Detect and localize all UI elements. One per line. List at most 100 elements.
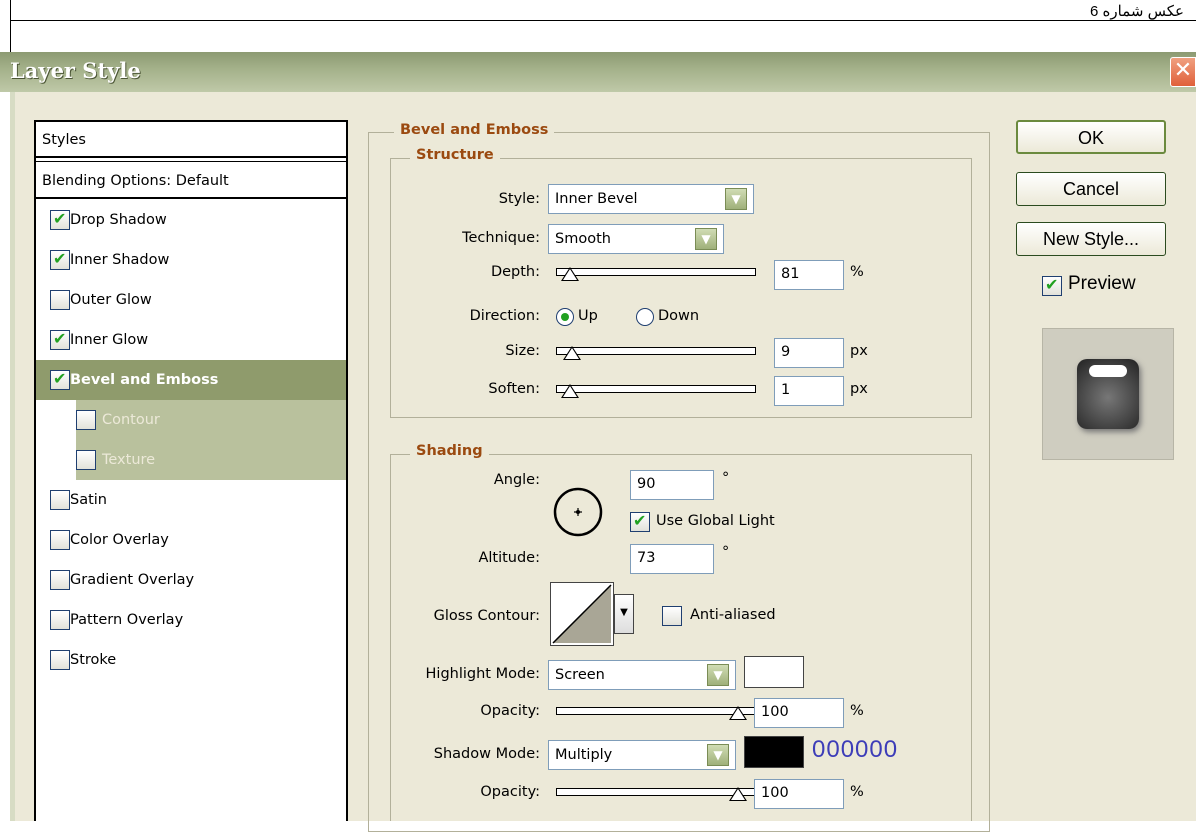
preview-label: Preview — [1068, 273, 1136, 294]
shadow-opacity-unit: % — [850, 784, 864, 800]
style-item-color-overlay[interactable]: Color Overlay — [36, 520, 346, 560]
title-bar: Layer Style ✕ — [0, 52, 1196, 92]
slider-thumb[interactable] — [561, 384, 579, 398]
shadow-opacity-slider[interactable] — [556, 787, 756, 801]
checkbox[interactable]: ✔ — [50, 209, 70, 230]
depth-slider[interactable] — [556, 267, 756, 281]
new-style-button[interactable]: New Style... — [1016, 222, 1166, 256]
altitude-unit: ° — [722, 544, 730, 560]
layer-style-dialog: Styles Blending Options: Default ✔ Drop … — [10, 92, 1196, 832]
shadow-color-hex: 000000 — [812, 736, 899, 763]
highlight-opacity-slider[interactable] — [556, 706, 756, 720]
style-item-inner-glow[interactable]: ✔ Inner Glow — [36, 320, 346, 360]
shading-legend: Shading — [410, 443, 489, 459]
checkbox[interactable] — [50, 570, 70, 590]
style-label: Bevel and Emboss — [70, 372, 219, 388]
direction-down-radio[interactable] — [636, 308, 654, 326]
ok-button[interactable]: OK — [1016, 120, 1166, 154]
technique-label: Technique: — [462, 230, 540, 246]
style-item-stroke[interactable]: Stroke — [36, 640, 346, 680]
shadow-mode-dropdown[interactable]: Multiply ▼ — [548, 740, 736, 770]
checkbox[interactable] — [50, 290, 70, 310]
style-item-gradient-overlay[interactable]: Gradient Overlay — [36, 560, 346, 600]
highlight-mode-label: Highlight Mode: — [425, 666, 540, 682]
close-icon[interactable]: ✕ — [1170, 57, 1196, 87]
style-item-pattern-overlay[interactable]: Pattern Overlay — [36, 600, 346, 640]
angle-unit: ° — [722, 470, 730, 486]
style-item-inner-shadow[interactable]: ✔ Inner Shadow — [36, 240, 346, 280]
style-label: Drop Shadow — [70, 212, 167, 228]
altitude-input[interactable]: 73 — [630, 544, 714, 574]
shadow-opacity-label: Opacity: — [480, 784, 540, 800]
angle-input[interactable]: 90 — [630, 470, 714, 500]
style-label: Outer Glow — [70, 292, 152, 308]
direction-up-radio[interactable] — [556, 308, 574, 326]
highlight-color-swatch[interactable] — [744, 656, 804, 688]
soften-slider[interactable] — [556, 384, 756, 398]
shadow-mode-label: Shadow Mode: — [433, 746, 540, 762]
style-item-outer-glow[interactable]: Outer Glow — [36, 280, 346, 320]
gloss-contour-preview[interactable] — [550, 582, 614, 646]
technique-value: Smooth — [555, 231, 611, 247]
style-item-contour[interactable]: Contour — [76, 400, 346, 440]
anti-aliased-checkbox[interactable] — [662, 606, 682, 626]
window-title: Layer Style — [10, 58, 141, 83]
shadow-mode-value: Multiply — [555, 747, 613, 763]
anti-aliased-label: Anti-aliased — [690, 607, 776, 623]
checkbox[interactable] — [50, 530, 70, 550]
checkbox[interactable] — [76, 410, 96, 430]
technique-dropdown[interactable]: Smooth ▼ — [548, 224, 724, 254]
size-slider[interactable] — [556, 346, 756, 360]
soften-input[interactable]: 1 — [774, 376, 844, 406]
preview-square — [1077, 359, 1139, 429]
checkbox[interactable]: ✔ — [50, 329, 70, 350]
chevron-down-icon: ▼ — [725, 188, 747, 210]
checkbox[interactable]: ✔ — [50, 369, 70, 390]
style-label: Color Overlay — [70, 532, 169, 548]
style-item-drop-shadow[interactable]: ✔ Drop Shadow — [36, 200, 346, 240]
style-label: Pattern Overlay — [70, 612, 184, 628]
chevron-down-icon: ▼ — [707, 744, 729, 766]
caret-down-icon[interactable]: ▼ — [614, 594, 634, 634]
gloss-contour-label: Gloss Contour: — [433, 608, 540, 624]
direction-down-label: Down — [658, 308, 700, 324]
slider-thumb[interactable] — [563, 346, 581, 360]
style-item-bevel-and-emboss[interactable]: ✔ Bevel and Emboss — [36, 360, 346, 400]
checkbox[interactable] — [50, 490, 70, 510]
cancel-button[interactable]: Cancel — [1016, 172, 1166, 206]
highlight-mode-dropdown[interactable]: Screen ▼ — [548, 660, 736, 690]
blending-options-item[interactable]: Blending Options: Default — [36, 161, 346, 199]
shadow-color-swatch[interactable] — [744, 736, 804, 768]
document-caption: عکس شماره 6 — [1090, 3, 1184, 20]
styles-header[interactable]: Styles — [36, 122, 346, 158]
checkbox[interactable] — [76, 450, 96, 470]
style-label: Inner Glow — [70, 332, 149, 348]
style-item-texture[interactable]: Texture — [76, 440, 346, 480]
style-label: Contour — [102, 412, 160, 428]
style-label: Inner Shadow — [70, 252, 170, 268]
preview-checkbox[interactable]: ✔ — [1042, 275, 1062, 296]
size-input[interactable]: 9 — [774, 338, 844, 368]
structure-legend: Structure — [410, 147, 500, 163]
checkbox[interactable] — [50, 610, 70, 630]
style-label: Texture — [102, 452, 156, 468]
style-item-satin[interactable]: Satin — [36, 480, 346, 520]
checkbox[interactable] — [50, 650, 70, 670]
highlight-mode-value: Screen — [555, 667, 605, 683]
use-global-light-checkbox[interactable]: ✔ — [630, 511, 650, 532]
highlight-opacity-input[interactable]: 100 — [754, 698, 844, 728]
depth-input[interactable]: 81 — [774, 260, 844, 290]
slider-thumb[interactable] — [729, 706, 747, 720]
styles-list: Styles Blending Options: Default ✔ Drop … — [34, 120, 348, 821]
style-dropdown[interactable]: Inner Bevel ▼ — [548, 184, 754, 214]
direction-up-label: Up — [578, 308, 598, 324]
slider-thumb[interactable] — [729, 787, 747, 801]
checkbox[interactable]: ✔ — [50, 249, 70, 270]
bevel-emboss-legend: Bevel and Emboss — [394, 122, 555, 138]
shadow-opacity-input[interactable]: 100 — [754, 779, 844, 809]
highlight-opacity-label: Opacity: — [480, 703, 540, 719]
angle-dial[interactable] — [552, 486, 604, 538]
use-global-light-label: Use Global Light — [656, 513, 775, 529]
slider-thumb[interactable] — [561, 267, 579, 281]
chevron-down-icon: ▼ — [707, 664, 729, 686]
